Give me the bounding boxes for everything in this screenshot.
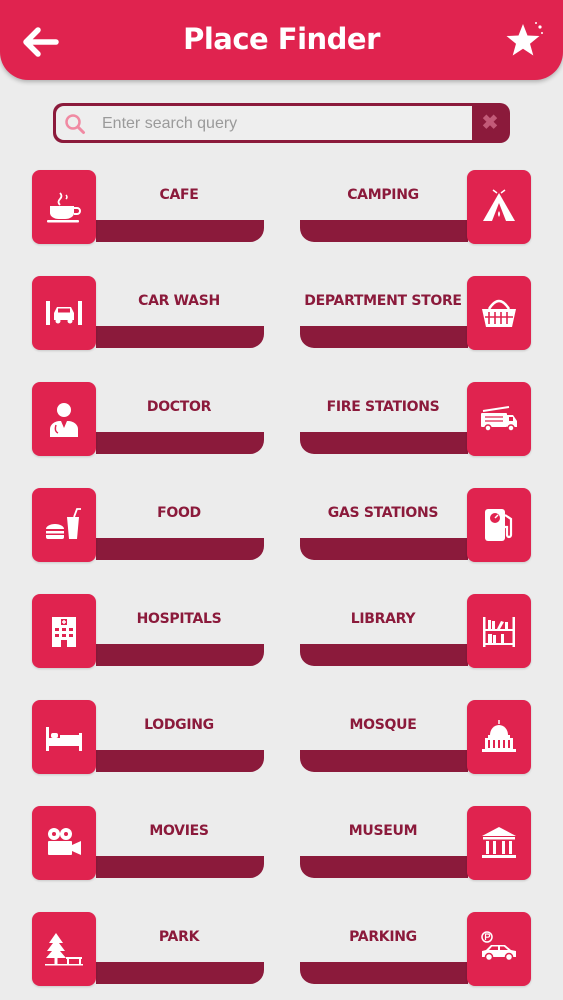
card-bar	[300, 432, 468, 454]
card-bar	[96, 538, 264, 560]
category-gas-stations[interactable]: GAS STATIONS	[300, 488, 532, 562]
card-bar	[300, 856, 468, 878]
card-icon-box	[32, 594, 96, 668]
fire-truck-icon	[481, 406, 517, 432]
category-hospitals[interactable]: HOSPITALS	[32, 594, 264, 668]
museum-columns-icon	[482, 827, 516, 858]
dome-building-icon	[482, 720, 516, 752]
card-icon-box	[32, 700, 96, 774]
category-label: DEPARTMENT STORE	[304, 292, 462, 309]
parked-car-icon	[481, 931, 516, 962]
card-bar	[96, 220, 264, 242]
bed-icon	[46, 727, 82, 751]
card-bar	[300, 538, 468, 560]
coffee-cup-icon	[47, 192, 81, 223]
card-bar	[300, 750, 468, 772]
card-icon-box	[32, 488, 96, 562]
card-icon-box	[467, 594, 531, 668]
search-icon	[65, 114, 85, 134]
category-car-wash[interactable]: CAR WASH	[32, 276, 264, 350]
card-icon-box	[467, 276, 531, 350]
card-bar	[300, 326, 468, 348]
card-bar	[96, 432, 264, 454]
basket-icon	[482, 299, 516, 327]
category-label: MUSEUM	[348, 822, 418, 839]
card-icon-box	[467, 488, 531, 562]
card-icon-box	[467, 806, 531, 880]
category-cafe[interactable]: CAFE	[32, 170, 264, 244]
card-icon-box	[32, 912, 96, 986]
category-label: LODGING	[144, 716, 214, 733]
card-icon-box	[32, 276, 96, 350]
category-label: PARKING	[349, 928, 417, 945]
card-icon-box	[467, 912, 531, 986]
category-mosque[interactable]: MOSQUE	[300, 700, 532, 774]
star-icon	[506, 22, 543, 56]
category-label: LIBRARY	[350, 610, 416, 627]
card-icon-box	[32, 382, 96, 456]
category-parking[interactable]: PARKING	[300, 912, 532, 986]
card-icon-box	[32, 170, 96, 244]
category-label: FOOD	[157, 504, 201, 521]
category-park[interactable]: PARK	[32, 912, 264, 986]
category-lodging[interactable]: LODGING	[32, 700, 264, 774]
app-header: Place Finder	[0, 0, 563, 80]
doctor-icon	[50, 403, 78, 437]
category-label: CAFE	[159, 186, 199, 203]
page-title: Place Finder	[183, 22, 380, 56]
card-bar	[300, 962, 468, 984]
card-bar	[300, 644, 468, 666]
tent-icon	[483, 189, 515, 221]
category-museum[interactable]: MUSEUM	[300, 806, 532, 880]
category-label: HOSPITALS	[136, 610, 222, 627]
clear-search-button[interactable]: ✖	[478, 109, 502, 137]
category-label: GAS STATIONS	[327, 504, 439, 521]
car-wash-icon	[46, 301, 82, 325]
film-camera-icon	[48, 828, 81, 855]
card-bar	[300, 220, 468, 242]
category-label: PARK	[158, 928, 200, 945]
search-input[interactable]	[100, 110, 464, 138]
category-movies[interactable]: MOVIES	[32, 806, 264, 880]
category-food[interactable]: FOOD	[32, 488, 264, 562]
card-bar	[96, 326, 264, 348]
category-doctor[interactable]: DOCTOR	[32, 382, 264, 456]
rate-button[interactable]	[500, 18, 546, 64]
bookshelf-icon	[483, 617, 515, 647]
category-label: CAR WASH	[138, 292, 220, 309]
tree-bench-icon	[45, 933, 83, 966]
card-icon-box	[467, 170, 531, 244]
category-label: MOSQUE	[349, 716, 417, 733]
card-icon-box	[467, 700, 531, 774]
card-bar	[96, 856, 264, 878]
burger-drink-icon	[46, 508, 81, 539]
category-label: CAMPING	[347, 186, 419, 203]
category-camping[interactable]: CAMPING	[300, 170, 532, 244]
search-bar: ✖	[53, 103, 510, 143]
card-bar	[96, 750, 264, 772]
category-department-store[interactable]: DEPARTMENT STORE	[300, 276, 532, 350]
card-icon-box	[467, 382, 531, 456]
card-icon-box	[32, 806, 96, 880]
fuel-pump-icon	[485, 509, 513, 541]
card-bar	[96, 962, 264, 984]
card-bar	[96, 644, 264, 666]
category-label: FIRE STATIONS	[326, 398, 440, 415]
hospital-building-icon	[52, 617, 76, 647]
search-field	[56, 106, 472, 140]
category-fire-stations[interactable]: FIRE STATIONS	[300, 382, 532, 456]
category-label: MOVIES	[149, 822, 209, 839]
category-library[interactable]: LIBRARY	[300, 594, 532, 668]
category-label: DOCTOR	[146, 398, 212, 415]
